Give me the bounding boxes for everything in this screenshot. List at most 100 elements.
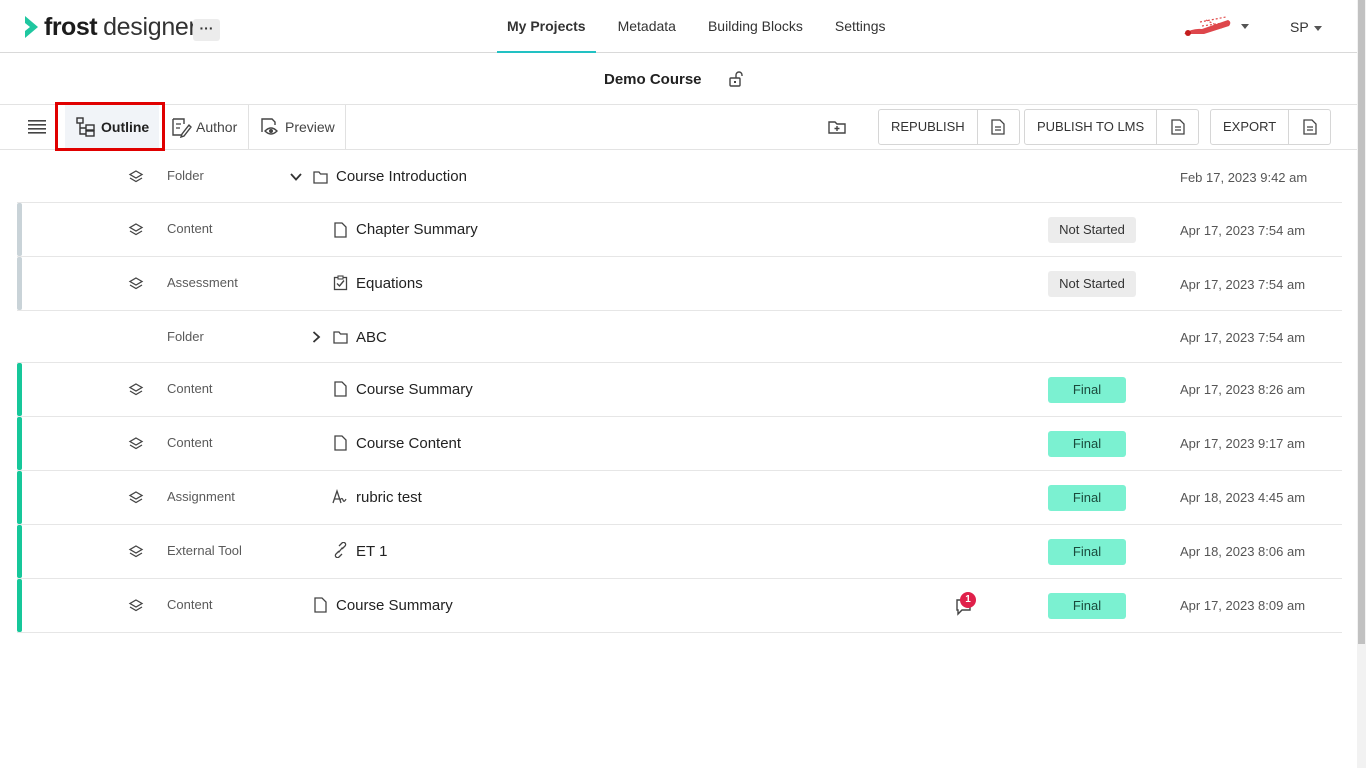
status-badge: Final <box>1048 539 1126 565</box>
status-indicator-bar <box>17 257 22 310</box>
outline-row[interactable]: External Tool ET 1 Final Apr 18, 2023 8:… <box>17 525 1342 579</box>
view-toolbar: Outline Author Preview REPUBLISH PUBLISH… <box>0 105 1357 150</box>
chevron-down-icon[interactable] <box>290 171 302 183</box>
user-dropdown-caret-icon[interactable] <box>1314 26 1322 31</box>
item-title[interactable]: rubric test <box>356 489 422 506</box>
republish-log-button[interactable] <box>976 110 1019 144</box>
preview-view-button[interactable]: Preview <box>248 105 346 149</box>
status-badge: Final <box>1048 485 1126 511</box>
layers-icon[interactable] <box>128 276 144 292</box>
tab-building-blocks[interactable]: Building Blocks <box>698 0 813 53</box>
item-title[interactable]: Course Introduction <box>336 168 467 185</box>
author-view-button[interactable]: Author <box>163 105 248 149</box>
more-options-button[interactable]: ··· <box>193 19 220 41</box>
item-title[interactable]: Chapter Summary <box>356 221 478 238</box>
document-icon <box>314 597 327 613</box>
item-date: Apr 17, 2023 8:26 am <box>1180 382 1306 397</box>
preview-view-label: Preview <box>285 119 335 135</box>
item-date: Apr 17, 2023 9:17 am <box>1180 436 1306 451</box>
export-log-button[interactable] <box>1288 110 1330 144</box>
document-icon <box>1303 119 1317 135</box>
layers-icon[interactable] <box>128 169 144 185</box>
unlock-icon[interactable] <box>728 70 746 88</box>
course-title: Demo Course <box>604 71 702 88</box>
status-badge: Final <box>1048 431 1126 457</box>
outline-row[interactable]: Folder ABC Apr 17, 2023 7:54 am <box>17 311 1342 363</box>
author-edit-icon <box>172 118 192 138</box>
logo-chevron-icon <box>25 16 38 38</box>
chevron-right-icon[interactable] <box>310 331 322 343</box>
item-date: Apr 17, 2023 7:54 am <box>1180 223 1306 238</box>
layers-icon[interactable] <box>128 490 144 506</box>
item-type-label: Folder <box>167 329 204 344</box>
item-title[interactable]: Equations <box>356 275 423 292</box>
layers-icon[interactable] <box>128 382 144 398</box>
publish-lms-group: PUBLISH TO LMS <box>1024 109 1200 145</box>
item-type-label: External Tool <box>167 543 242 558</box>
hamburger-menu-icon[interactable] <box>28 119 46 135</box>
export-group: EXPORT <box>1210 109 1332 145</box>
publish-lms-log-button[interactable] <box>1156 110 1198 144</box>
export-button[interactable]: EXPORT <box>1211 110 1288 144</box>
item-date: Apr 17, 2023 7:54 am <box>1180 277 1306 292</box>
status-indicator-bar <box>17 203 22 256</box>
item-type-label: Content <box>167 221 213 236</box>
item-date: Apr 18, 2023 8:06 am <box>1180 544 1306 559</box>
course-title-bar: Demo Course <box>0 54 1357 105</box>
outline-row[interactable]: Folder Course Introduction Feb 17, 2023 … <box>17 150 1342 203</box>
folder-icon <box>333 331 348 344</box>
item-title[interactable]: Course Summary <box>356 381 473 398</box>
logo-text-frost: frost <box>44 12 98 41</box>
link-icon <box>334 542 347 558</box>
item-type-label: Assignment <box>167 489 235 504</box>
tab-my-projects[interactable]: My Projects <box>497 0 596 53</box>
document-icon <box>334 435 347 451</box>
tab-metadata[interactable]: Metadata <box>608 0 686 53</box>
layers-icon[interactable] <box>128 544 144 560</box>
outline-row[interactable]: Assessment Equations Not Started Apr 17,… <box>17 257 1342 311</box>
comment-count-badge: 1 <box>960 592 976 608</box>
outline-row[interactable]: Content Course Content Final Apr 17, 202… <box>17 417 1342 471</box>
item-title[interactable]: ET 1 <box>356 543 387 560</box>
page-scrollbar-thumb[interactable] <box>1358 0 1365 644</box>
item-date: Feb 17, 2023 9:42 am <box>1180 170 1308 185</box>
signature-icon <box>332 489 347 504</box>
add-folder-icon[interactable] <box>828 119 846 135</box>
outline-row[interactable]: Content Chapter Summary Not Started Apr … <box>17 203 1342 257</box>
checklist-icon <box>333 275 348 291</box>
layers-icon[interactable] <box>128 598 144 614</box>
outline-row[interactable]: Assignment rubric test Final Apr 18, 202… <box>17 471 1342 525</box>
item-title[interactable]: Course Summary <box>336 597 453 614</box>
item-date: Apr 18, 2023 4:45 am <box>1180 490 1306 505</box>
publish-to-lms-button[interactable]: PUBLISH TO LMS <box>1025 110 1156 144</box>
status-indicator-bar <box>17 525 22 578</box>
item-title[interactable]: Course Content <box>356 435 461 452</box>
republish-button[interactable]: REPUBLISH <box>879 110 977 144</box>
main-nav-tabs: My Projects Metadata Building Blocks Set… <box>497 0 908 53</box>
outline-row[interactable]: Content Course Summary Final Apr 17, 202… <box>17 363 1342 417</box>
item-date: Apr 17, 2023 8:09 am <box>1180 598 1306 613</box>
status-badge: Final <box>1048 377 1126 403</box>
document-icon <box>1171 119 1185 135</box>
layers-icon[interactable] <box>128 222 144 238</box>
user-menu[interactable]: SP <box>1290 19 1309 35</box>
item-type-label: Assessment <box>167 275 238 290</box>
outline-tree-icon <box>76 117 95 137</box>
preview-eye-icon <box>261 118 278 135</box>
outline-view-label: Outline <box>101 119 150 135</box>
document-icon <box>334 222 347 238</box>
item-type-label: Content <box>167 435 213 450</box>
logo-text-designer: designer <box>103 12 197 41</box>
outline-row[interactable]: Content Course Summary 1 Final Apr 17, 2… <box>17 579 1342 633</box>
tab-settings[interactable]: Settings <box>825 0 896 53</box>
item-type-label: Content <box>167 597 213 612</box>
organization-logo-icon[interactable] <box>1182 14 1234 38</box>
status-indicator-bar <box>17 579 22 632</box>
author-view-label: Author <box>196 119 238 135</box>
org-dropdown-caret-icon[interactable] <box>1241 24 1249 29</box>
outline-view-button[interactable]: Outline <box>65 105 159 149</box>
item-title[interactable]: ABC <box>356 329 387 346</box>
republish-group: REPUBLISH <box>878 109 1020 145</box>
frost-designer-logo[interactable]: frost designer <box>23 13 197 41</box>
layers-icon[interactable] <box>128 436 144 452</box>
